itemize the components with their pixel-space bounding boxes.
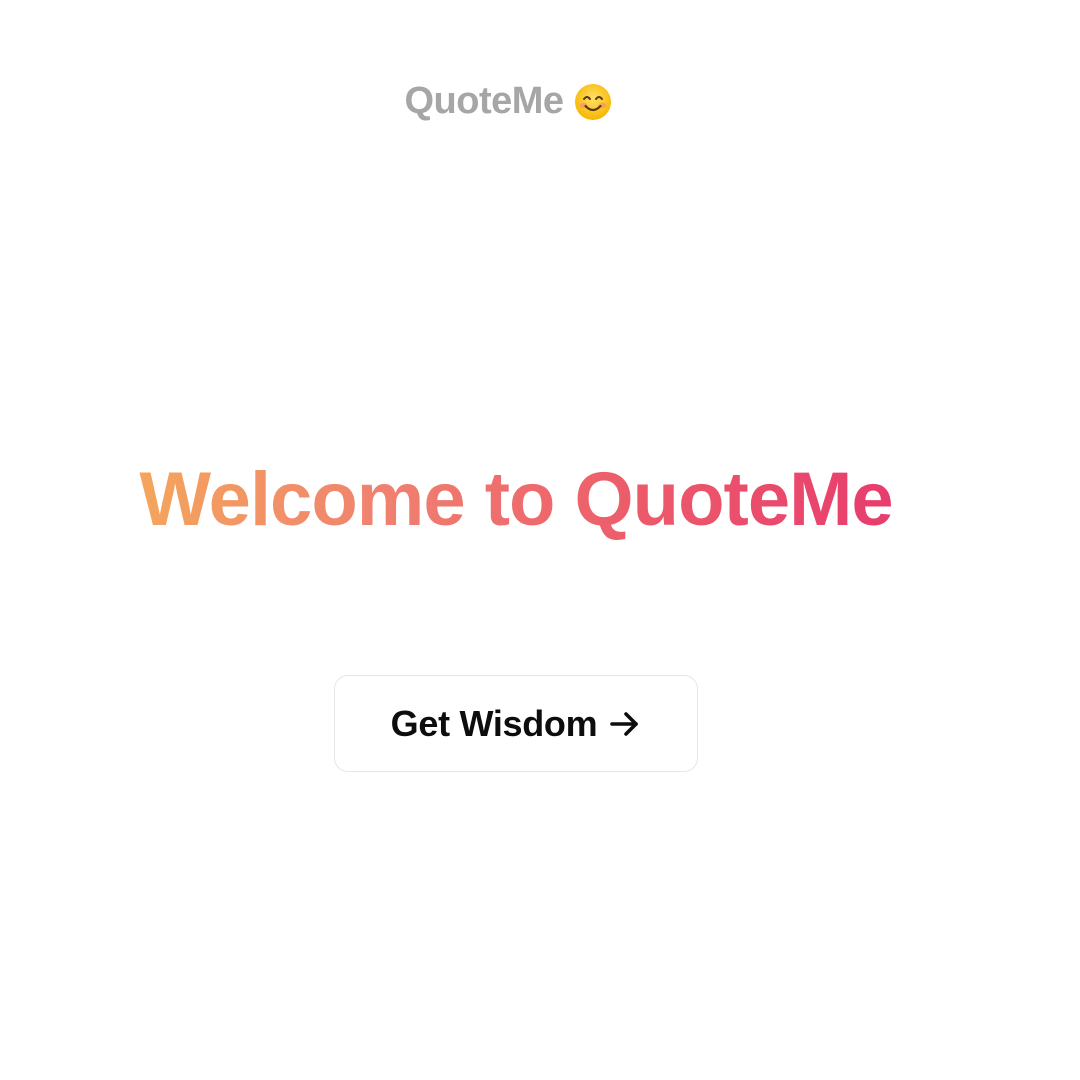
get-wisdom-label: Get Wisdom <box>390 702 598 744</box>
hero-section: Welcome to QuoteMe <box>0 455 1032 545</box>
arrow-right-icon <box>609 708 641 740</box>
smiling-face-emoji-icon <box>574 83 612 121</box>
brand-name: QuoteMe <box>404 80 564 122</box>
welcome-title: Welcome to QuoteMe <box>139 455 893 545</box>
brand-header: QuoteMe <box>0 80 1016 123</box>
get-wisdom-button[interactable]: Get Wisdom <box>334 675 698 772</box>
